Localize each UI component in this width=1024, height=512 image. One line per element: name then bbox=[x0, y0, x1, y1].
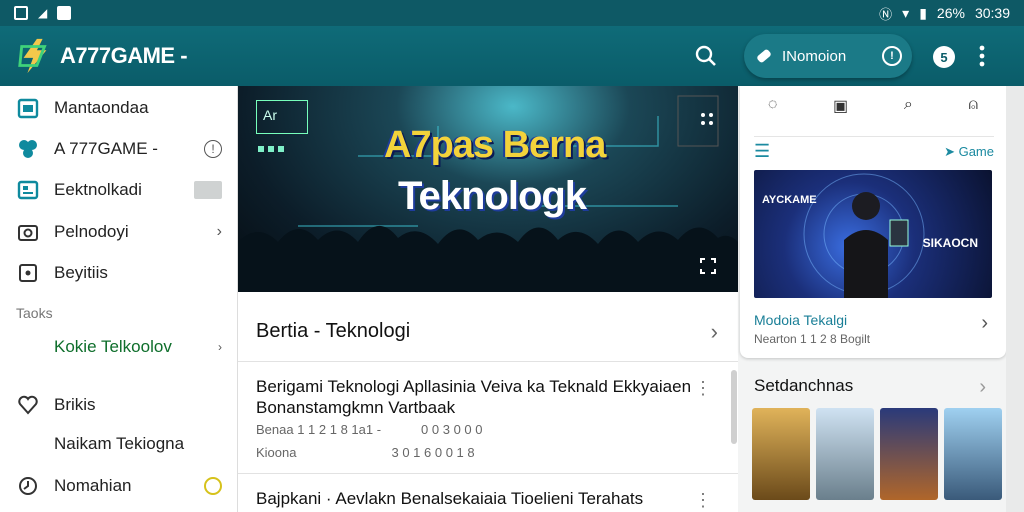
more-vert-icon[interactable]: ⋮ bbox=[694, 378, 712, 399]
square-icon bbox=[19, 264, 37, 282]
sidebar-item-brikis[interactable]: Brikis bbox=[0, 385, 238, 425]
article-item[interactable]: Bajpkani · Aevlakn Benalsekaiaia Tioelie… bbox=[256, 488, 716, 509]
image-label-right: SIKAOCN bbox=[922, 236, 978, 250]
more-vert-icon[interactable]: ⋮ bbox=[694, 490, 712, 511]
app-notification-icon bbox=[57, 6, 72, 20]
more-vert-icon[interactable] bbox=[978, 44, 986, 73]
divider bbox=[238, 473, 738, 474]
section-header[interactable]: Bertia - Teknologi › bbox=[238, 302, 738, 362]
article-title: Berigami Teknologi Apllasinia Veiva ka T… bbox=[256, 377, 692, 417]
hero-banner[interactable]: Ar A7pas Berna Teknologk bbox=[238, 86, 738, 292]
thumbnail-soldier[interactable] bbox=[816, 408, 874, 500]
status-bar: ◢ Ⓝ ▾ ▮ 26% 30:39 bbox=[0, 0, 1024, 26]
fullscreen-icon[interactable] bbox=[700, 258, 716, 274]
image-label-left: AYCKAME bbox=[762, 194, 817, 206]
notification-label: INomoion bbox=[782, 47, 847, 65]
app-bar: A777GAME - INomoion ! 5 bbox=[0, 26, 1024, 86]
status-dot-icon bbox=[204, 477, 222, 495]
search-icon[interactable]: ⌕ bbox=[904, 96, 913, 116]
lightning-logo-icon bbox=[18, 38, 47, 74]
brand-logo[interactable]: A777GAME - bbox=[16, 37, 188, 75]
brand-name: A777GAME - bbox=[60, 43, 188, 68]
sidebar-item-kokie[interactable]: Kokie Telkoolov › bbox=[0, 327, 238, 367]
document-icon[interactable]: ▣ bbox=[833, 96, 848, 116]
thumbnail-phone-game[interactable] bbox=[752, 408, 810, 500]
navigation-drawer: Mantaondaa A 777GAME - ! Eektnolkadi Pel… bbox=[0, 86, 238, 512]
thumbnail-helmet[interactable] bbox=[944, 408, 1002, 500]
section-title[interactable]: Setdanchnas bbox=[754, 376, 853, 396]
wifi-icon: ▾ bbox=[902, 4, 910, 21]
chat-icon[interactable]: ◌ bbox=[768, 96, 778, 116]
featured-meta: Nearton 1 1 2 8 Bogilt bbox=[754, 332, 871, 346]
sidebar-item-nomahian[interactable]: Nomahian bbox=[0, 466, 238, 506]
screenshot-icon bbox=[14, 6, 28, 20]
user-icon[interactable]: ⍝ bbox=[969, 96, 979, 116]
clock-icon bbox=[19, 477, 37, 495]
featured-card: ◌ ▣ ⌕ ⍝ ☰ ➤ Game AYCKAME SIKAOCN Modoia … bbox=[740, 86, 1006, 358]
nfc-icon: Ⓝ bbox=[879, 6, 893, 22]
thumbnail-row bbox=[752, 408, 1002, 500]
game-link[interactable]: ➤ Game bbox=[944, 144, 994, 160]
signal-icon: ◢ bbox=[38, 6, 48, 20]
edge-gutter bbox=[1006, 86, 1024, 512]
game-character-illustration bbox=[803, 173, 925, 298]
sidebar-item-tech[interactable]: Eektnolkadi bbox=[0, 170, 238, 210]
thumbnail-battle[interactable] bbox=[880, 408, 938, 500]
scrollbar[interactable] bbox=[731, 370, 737, 444]
heart-icon bbox=[18, 395, 38, 415]
media-badge-icon bbox=[194, 181, 222, 199]
sidebar-item-game[interactable]: A 777GAME - ! bbox=[0, 129, 238, 169]
search-icon[interactable] bbox=[690, 40, 722, 72]
article-item[interactable]: Berigami Teknologi Apllasinia Veiva ka T… bbox=[256, 376, 716, 460]
right-panel: ◌ ▣ ⌕ ⍝ ☰ ➤ Game AYCKAME SIKAOCN Modoia … bbox=[740, 86, 1006, 512]
profile-badge[interactable]: 5 bbox=[933, 46, 955, 68]
chevron-right-icon[interactable]: › bbox=[981, 312, 988, 335]
sidebar-item-home[interactable]: Mantaondaa bbox=[0, 88, 238, 128]
list-icon[interactable]: ☰ bbox=[754, 141, 770, 162]
sidebar-item-device[interactable]: Pelnodoyi › bbox=[0, 212, 238, 252]
sidebar-section-label: Taoks bbox=[16, 305, 53, 321]
tag-icon bbox=[757, 49, 771, 63]
hero-title-line1: A7pas Berna bbox=[384, 124, 606, 166]
grid-dots-icon[interactable] bbox=[700, 112, 714, 126]
article-title: Bajpkani · Aevlakn Benalsekaiaia Tioelie… bbox=[256, 489, 644, 508]
chevron-right-icon: › bbox=[216, 223, 222, 240]
clock: 30:39 bbox=[974, 5, 1010, 21]
battery-icon: ▮ bbox=[919, 4, 927, 21]
panel-toolbar: ◌ ▣ ⌕ ⍝ bbox=[740, 96, 1006, 116]
sidebar-item-beyitiis[interactable]: Beyitiis bbox=[0, 253, 238, 293]
calendar-icon bbox=[17, 98, 39, 119]
image-icon bbox=[17, 180, 39, 200]
info-icon[interactable]: ! bbox=[204, 140, 222, 158]
crowd-silhouette bbox=[238, 225, 738, 292]
chevron-right-icon: › bbox=[218, 340, 222, 354]
clover-icon bbox=[19, 140, 37, 158]
panel-subbar: ☰ ➤ Game bbox=[754, 136, 994, 166]
battery-percent: 26% bbox=[936, 5, 965, 21]
feed: Ar A7pas Berna Teknologk Bertia - Teknol… bbox=[238, 86, 738, 512]
featured-caption[interactable]: Modoia Tekalgi bbox=[754, 312, 847, 328]
section-title: Bertia - Teknologi bbox=[256, 320, 411, 342]
info-icon[interactable]: ! bbox=[882, 46, 902, 66]
sidebar-item-naikam[interactable]: Naikam Tekiogna bbox=[0, 424, 238, 464]
chevron-right-icon[interactable]: › bbox=[979, 376, 986, 399]
article-meta: Benaa 1 1 2 1 8 1a1 - 0 0 3 0 0 0 bbox=[256, 422, 483, 437]
camera-icon bbox=[18, 225, 38, 241]
article-meta-secondary: Kioona 3 0 1 6 0 0 1 8 bbox=[256, 445, 475, 460]
featured-image[interactable]: AYCKAME SIKAOCN bbox=[754, 170, 992, 298]
chevron-right-icon: › bbox=[710, 318, 718, 344]
notification-chip[interactable]: INomoion ! bbox=[744, 34, 912, 78]
